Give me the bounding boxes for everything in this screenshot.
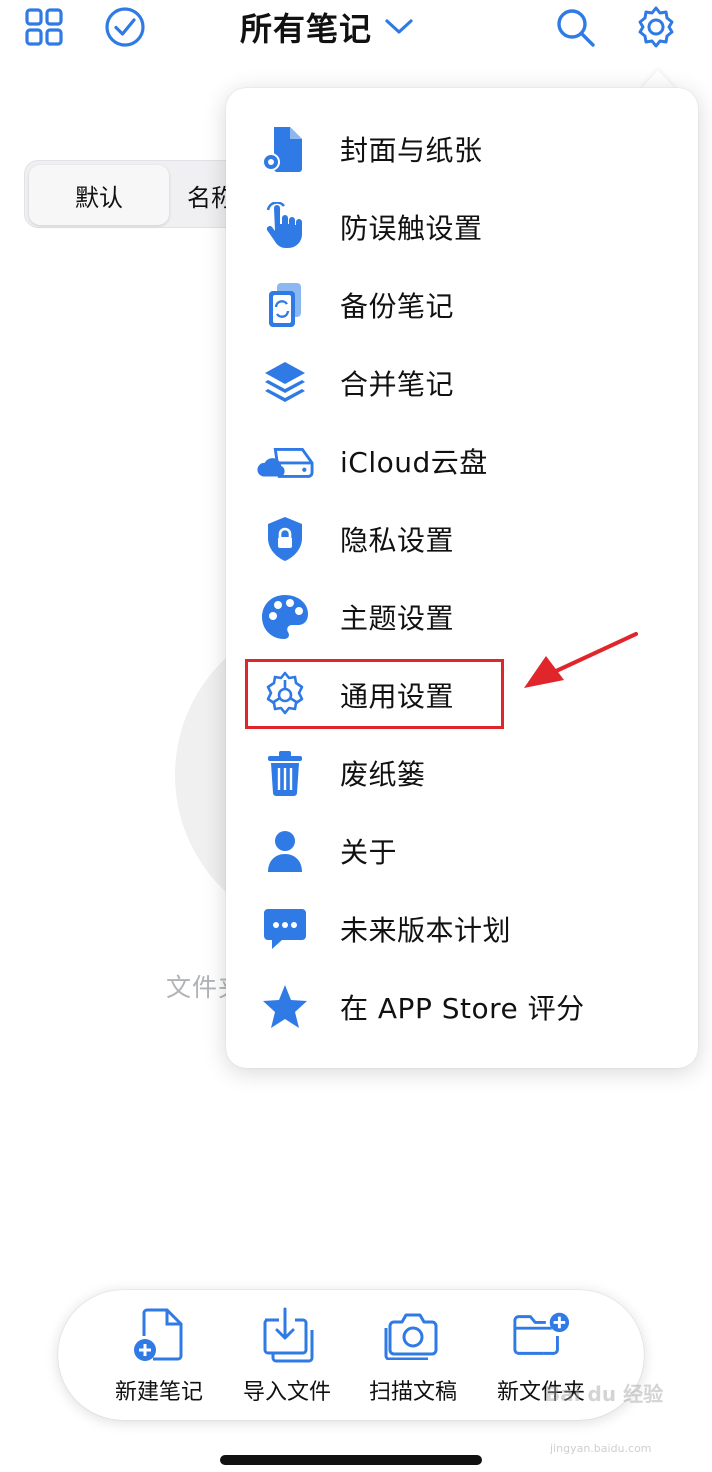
cloud-drive-icon — [256, 432, 314, 490]
grid-icon — [24, 7, 64, 47]
home-indicator[interactable] — [220, 1455, 482, 1465]
menu-item-label: 废纸篓 — [340, 758, 426, 791]
menu-item-label: 关于 — [340, 836, 398, 869]
menu-item-rate-app[interactable]: 在 APP Store 评分 — [226, 968, 698, 1046]
annotation-arrow-icon — [518, 630, 640, 698]
menu-item-backup[interactable]: 备份笔记 — [226, 266, 698, 344]
backup-icon — [256, 276, 314, 334]
settings-menu: 封面与纸张 防误触设置 备份笔记 合并笔记 iCloud云盘 隐私设置 主题设置… — [226, 88, 698, 1068]
settings-button[interactable] — [633, 4, 679, 50]
menu-item-label: 在 APP Store 评分 — [340, 992, 585, 1025]
menu-item-label: iCloud云盘 — [340, 446, 488, 479]
menu-item-about[interactable]: 关于 — [226, 812, 698, 890]
menu-item-anti-touch[interactable]: 防误触设置 — [226, 188, 698, 266]
menu-item-icloud[interactable]: iCloud云盘 — [226, 422, 698, 500]
top-bar: 所有笔记 — [0, 0, 712, 60]
toolbar-label: 扫描文稿 — [368, 1380, 457, 1405]
notes-filter-dropdown[interactable]: 所有笔记 — [240, 4, 414, 50]
menu-item-merge[interactable]: 合并笔记 — [226, 344, 698, 422]
star-icon — [256, 978, 314, 1036]
gear-icon — [634, 5, 678, 49]
import-icon — [257, 1304, 317, 1366]
document-settings-icon — [256, 120, 314, 178]
search-icon — [554, 6, 596, 48]
import-file-button[interactable]: 导入文件 — [224, 1304, 350, 1408]
page-title: 所有笔记 — [240, 10, 373, 48]
menu-item-trash[interactable]: 废纸篓 — [226, 734, 698, 812]
menu-item-label: 合并笔记 — [340, 368, 455, 401]
search-button[interactable] — [552, 4, 598, 50]
new-folder-icon — [511, 1304, 571, 1366]
person-icon — [256, 822, 314, 880]
sort-default-tab[interactable]: 默认 — [29, 165, 169, 225]
menu-item-privacy[interactable]: 隐私设置 — [226, 500, 698, 578]
toolbar-label: 新建笔记 — [114, 1380, 203, 1405]
annotation-highlight-box — [245, 659, 504, 729]
chevron-down-icon — [384, 17, 414, 37]
watermark-brand: Bai du 经验 — [545, 1382, 664, 1406]
trash-icon — [256, 744, 314, 802]
palette-icon — [256, 588, 314, 646]
menu-caret — [640, 70, 676, 90]
hand-touch-icon — [256, 198, 314, 256]
grid-view-button[interactable] — [21, 4, 67, 50]
menu-item-label: 未来版本计划 — [340, 914, 512, 947]
new-note-icon — [129, 1304, 189, 1366]
camera-icon — [383, 1304, 443, 1366]
toolbar-label: 导入文件 — [242, 1380, 331, 1405]
chat-bubble-icon — [256, 900, 314, 958]
menu-item-label: 封面与纸张 — [340, 134, 483, 167]
menu-item-label: 备份笔记 — [340, 290, 455, 323]
scan-document-button[interactable]: 扫描文稿 — [350, 1304, 476, 1408]
menu-item-label: 主题设置 — [340, 602, 455, 635]
shield-lock-icon — [256, 510, 314, 568]
menu-item-roadmap[interactable]: 未来版本计划 — [226, 890, 698, 968]
menu-item-cover-paper[interactable]: 封面与纸张 — [226, 110, 698, 188]
new-note-button[interactable]: 新建笔记 — [96, 1304, 222, 1408]
select-button[interactable] — [102, 4, 148, 50]
check-circle-icon — [104, 6, 146, 48]
layers-icon — [256, 354, 314, 412]
watermark-url: jingyan.baidu.com — [550, 1442, 652, 1455]
menu-item-label: 隐私设置 — [340, 524, 455, 557]
menu-item-label: 防误触设置 — [340, 212, 483, 245]
